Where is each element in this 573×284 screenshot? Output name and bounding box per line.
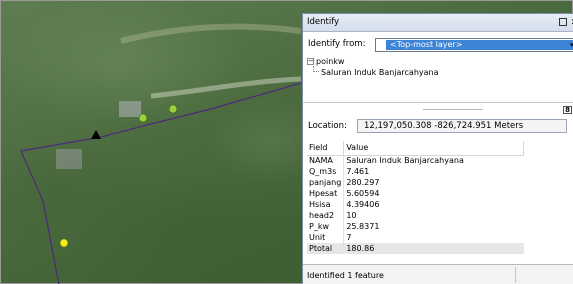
- window-title: Identify: [307, 17, 340, 27]
- field-name: Hsisa: [307, 199, 345, 210]
- table-row[interactable]: P_kw 25.8371: [307, 221, 524, 232]
- identify-from-label: Identify from:: [308, 39, 366, 49]
- building-feature: [56, 149, 82, 169]
- restore-icon[interactable]: [559, 18, 567, 26]
- table-row[interactable]: head2 10: [307, 210, 524, 221]
- field-value: 4.39406: [346, 200, 380, 209]
- minus-expander-icon[interactable]: −: [307, 58, 314, 65]
- table-row[interactable]: Q_m3s 7.461: [307, 166, 524, 177]
- field-name: Ptotal: [307, 243, 345, 254]
- field-column-header[interactable]: Field: [307, 141, 345, 156]
- table-header-row: Field Value: [307, 141, 525, 156]
- table-row[interactable]: panjang 280.297: [307, 177, 524, 188]
- tree-feature-label: Saluran Induk Banjarcahyana: [321, 68, 439, 77]
- field-value: 180.86: [343, 243, 524, 254]
- status-divider: [515, 267, 516, 283]
- road-feature: [120, 23, 302, 44]
- yellow-point[interactable]: [59, 238, 69, 248]
- results-tree: − poinkw Saluran Induk Banjarcahyana: [307, 57, 573, 101]
- splitter-grip: [423, 109, 483, 110]
- tree-layer-label: poinkw: [316, 57, 345, 66]
- field-name: Unit: [307, 232, 345, 243]
- table-row[interactable]: Unit 7: [307, 232, 524, 243]
- identify-from-value: <Top-most layer>: [386, 40, 573, 50]
- tree-layer-node[interactable]: − poinkw: [307, 57, 344, 66]
- canal-line[interactable]: [20, 82, 302, 284]
- field-value: Saluran Induk Banjarcahyana: [346, 156, 464, 166]
- status-text: Identified 1 feature: [307, 271, 384, 280]
- identify-from-row: Identify from: <Top-most layer> ▾: [303, 38, 573, 52]
- table-row[interactable]: Hsisa 4.39406: [307, 199, 524, 210]
- panel-splitter[interactable]: 8: [303, 102, 573, 116]
- road-feature: [150, 76, 302, 99]
- field-value: 280.297: [346, 178, 380, 187]
- table-row[interactable]: NAMA Saluran Induk Banjarcahyana: [307, 155, 524, 166]
- field-name: P_kw: [307, 221, 345, 232]
- identify-window: Identify : Identify from: <Top-most laye…: [302, 13, 573, 284]
- value-column-header[interactable]: Value: [343, 141, 525, 156]
- table-row[interactable]: Hpesat 5.60594: [307, 188, 524, 199]
- field-name: Hpesat: [307, 188, 345, 199]
- field-value: 10: [346, 211, 357, 220]
- tree-feature-node[interactable]: Saluran Induk Banjarcahyana: [321, 68, 439, 77]
- field-name: NAMA: [307, 155, 345, 166]
- building-feature: [119, 101, 141, 117]
- location-row: Location: 12,197,050.308 -826,724.951 Me…: [303, 119, 573, 133]
- status-bar: Identified 1 feature: [303, 264, 573, 284]
- field-value: 7.461: [346, 167, 370, 176]
- green-point-2[interactable]: [168, 104, 178, 114]
- field-name: Q_m3s: [307, 166, 345, 177]
- field-value: 7: [346, 233, 352, 242]
- identified-triangle[interactable]: [91, 130, 101, 139]
- identify-from-select[interactable]: <Top-most layer> ▾: [375, 38, 573, 52]
- toggle-button-icon[interactable]: 8: [563, 106, 572, 114]
- field-name: head2: [307, 210, 345, 221]
- field-value: 25.8371: [346, 222, 380, 231]
- identify-titlebar[interactable]: Identify :: [303, 14, 573, 32]
- field-value: 5.60594: [346, 189, 380, 198]
- location-label: Location:: [308, 121, 347, 131]
- attributes-table: Field Value NAMA Saluran Induk Banjarcahy…: [307, 141, 525, 254]
- table-row-selected[interactable]: Ptotal 180.86: [307, 243, 524, 254]
- green-point-1[interactable]: [138, 113, 148, 123]
- tree-connector: [313, 66, 319, 72]
- field-name: panjang: [307, 177, 345, 188]
- location-value: 12,197,050.308 -826,724.951 Meters: [357, 119, 567, 133]
